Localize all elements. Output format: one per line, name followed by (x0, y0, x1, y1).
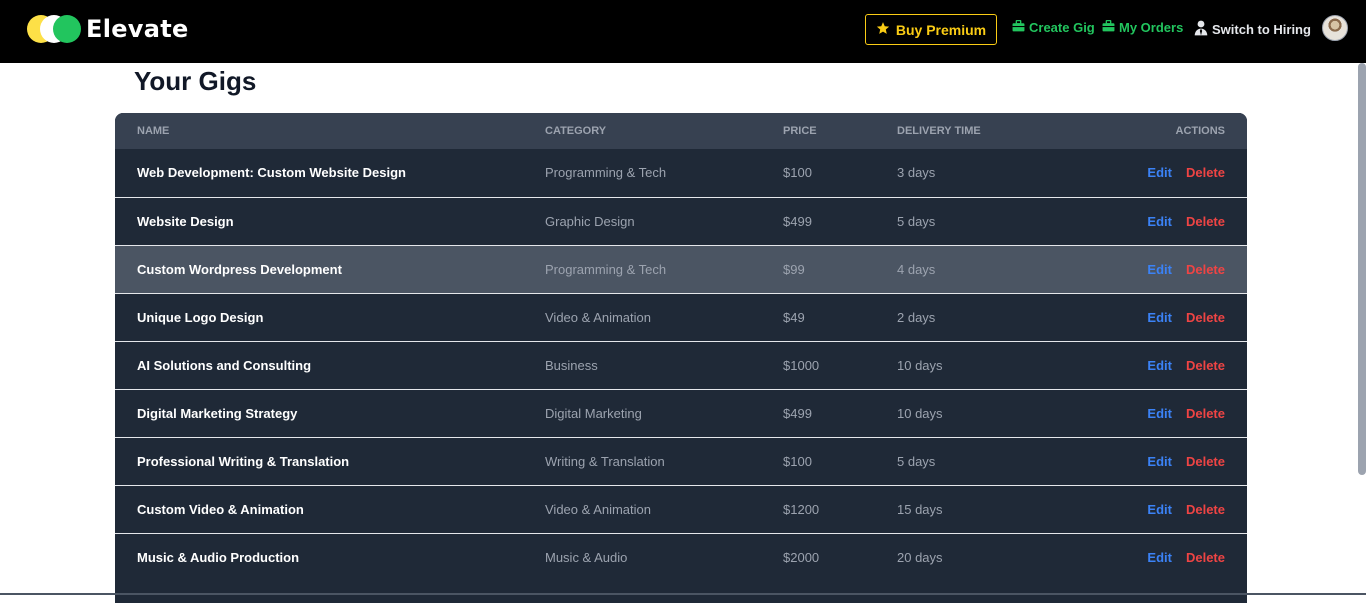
buy-premium-button[interactable]: Buy Premium (865, 14, 997, 45)
delete-button[interactable]: Delete (1186, 310, 1225, 325)
gig-price: $1200 (783, 501, 820, 517)
gig-price: $1000 (783, 357, 820, 373)
gig-name: Digital Marketing Strategy (137, 405, 298, 421)
logo-circles-icon (26, 14, 84, 44)
edit-button[interactable]: Edit (1147, 358, 1172, 373)
my-orders-label: My Orders (1119, 20, 1184, 35)
gig-category: Digital Marketing (545, 405, 642, 421)
table-row[interactable]: Website Design Graphic Design $499 5 days Ed… (115, 197, 1247, 245)
brand-name: Elevate (86, 15, 189, 43)
gig-category: Writing & Translation (545, 453, 665, 469)
gig-name: Professional Writing & Translation (137, 453, 350, 469)
buy-premium-label: Buy Premium (895, 21, 987, 38)
gig-price: $49 (783, 309, 805, 325)
my-orders-link[interactable]: My Orders (1102, 19, 1184, 35)
briefcase-icon (1012, 19, 1025, 35)
gig-actions: Edit Delete (1097, 485, 1247, 533)
table-row[interactable]: Unique Logo Design Video & Animation $49 2 … (115, 293, 1247, 341)
gig-actions: Edit Delete (1097, 293, 1247, 341)
gig-name: Custom Wordpress Development (137, 261, 342, 277)
edit-button[interactable]: Edit (1147, 165, 1172, 180)
switch-to-hiring-label: Switch to Hiring (1212, 22, 1311, 37)
user-avatar[interactable] (1322, 15, 1348, 41)
edit-button[interactable]: Edit (1147, 262, 1172, 277)
gig-delivery-time: 2 days (897, 309, 936, 325)
top-navbar: Elevate Buy Premium Create Gig My Orders… (0, 0, 1366, 63)
edit-button[interactable]: Edit (1147, 406, 1172, 421)
gigs-table: NAME CATEGORY PRICE DELIVERY TIME ACTION… (115, 113, 1247, 603)
switch-to-hiring-link[interactable]: Switch to Hiring (1194, 20, 1311, 39)
gig-delivery-time: 5 days (897, 453, 936, 469)
table-row[interactable]: Digital Marketing Strategy Digital Market… (115, 389, 1247, 437)
gig-delivery-time: 10 days (897, 405, 943, 421)
page-scrollbar[interactable] (1358, 63, 1366, 475)
table-row[interactable]: Custom Video & Animation Video & Animatio… (115, 485, 1247, 533)
gig-category: Programming & Tech (545, 261, 667, 277)
gig-name: Web Development: Custom Website Design (137, 165, 406, 181)
delete-button[interactable]: Delete (1186, 262, 1225, 277)
brand-logo[interactable]: Elevate (26, 14, 189, 44)
gig-category: Programming & Tech (545, 165, 667, 181)
delete-button[interactable]: Delete (1186, 214, 1225, 229)
gig-category: Business (545, 357, 598, 373)
gig-price: $2000 (783, 549, 820, 565)
delete-button[interactable]: Delete (1186, 406, 1225, 421)
gig-category: Graphic Design (545, 213, 635, 229)
delete-button[interactable]: Delete (1186, 550, 1225, 565)
header-actions: ACTIONS (1175, 125, 1226, 137)
gig-name: Website Design (137, 213, 234, 229)
gig-delivery-time: 15 days (897, 501, 943, 517)
gig-price: $99 (783, 261, 805, 277)
gig-actions: Edit Delete (1097, 245, 1247, 293)
delete-button[interactable]: Delete (1186, 454, 1225, 469)
gig-name: Unique Logo Design (137, 309, 264, 325)
gig-price: $100 (783, 453, 812, 469)
table-row[interactable]: Professional Writing & Translation Writin… (115, 437, 1247, 485)
create-gig-label: Create Gig (1029, 20, 1095, 35)
star-icon (876, 21, 890, 38)
gig-delivery-time: 10 days (897, 357, 943, 373)
edit-button[interactable]: Edit (1147, 550, 1172, 565)
create-gig-link[interactable]: Create Gig (1012, 19, 1095, 35)
gig-actions: Edit Delete (1097, 533, 1247, 581)
gig-actions: Edit Delete (1097, 437, 1247, 485)
table-row[interactable]: Music & Audio Production Music & Audio $20… (115, 533, 1247, 581)
header-name: NAME (137, 125, 170, 137)
header-delivery-time: DELIVERY TIME (897, 125, 981, 137)
gig-price: $499 (783, 405, 812, 421)
delete-button[interactable]: Delete (1186, 502, 1225, 517)
gig-actions: Edit Delete (1097, 341, 1247, 389)
delete-button[interactable]: Delete (1186, 165, 1225, 180)
gig-category: Video & Animation (545, 501, 651, 517)
gig-category: Video & Animation (545, 309, 651, 325)
gig-actions: Edit Delete (1097, 389, 1247, 437)
gig-name: Custom Video & Animation (137, 501, 304, 517)
edit-button[interactable]: Edit (1147, 310, 1172, 325)
gig-delivery-time: 4 days (897, 261, 936, 277)
briefcase-icon (1102, 19, 1115, 35)
header-category: CATEGORY (545, 125, 607, 137)
gig-delivery-time: 3 days (897, 165, 936, 181)
gig-price: $499 (783, 213, 812, 229)
table-row[interactable]: Web Development: Custom Website Design Pr… (115, 149, 1247, 197)
gig-category: Music & Audio (545, 549, 628, 565)
table-row[interactable]: Custom Wordpress Development Programming … (115, 245, 1247, 293)
edit-button[interactable]: Edit (1147, 214, 1172, 229)
delete-button[interactable]: Delete (1186, 358, 1225, 373)
gig-name: AI Solutions and Consulting (137, 357, 312, 373)
edit-button[interactable]: Edit (1147, 502, 1172, 517)
edit-button[interactable]: Edit (1147, 454, 1172, 469)
table-header-row: NAME CATEGORY PRICE DELIVERY TIME ACTION… (115, 113, 1247, 149)
gig-actions: Edit Delete (1097, 149, 1247, 197)
gig-name: Music & Audio Production (137, 549, 300, 565)
header-price: PRICE (783, 125, 817, 137)
gig-delivery-time: 20 days (897, 549, 943, 565)
gig-actions: Edit Delete (1097, 197, 1247, 245)
table-row[interactable]: AI Solutions and Consulting Business $1000… (115, 341, 1247, 389)
gig-delivery-time: 5 days (897, 213, 936, 229)
gig-price: $100 (783, 165, 812, 181)
page-title: Your Gigs (134, 66, 257, 96)
user-tie-icon (1194, 20, 1208, 39)
